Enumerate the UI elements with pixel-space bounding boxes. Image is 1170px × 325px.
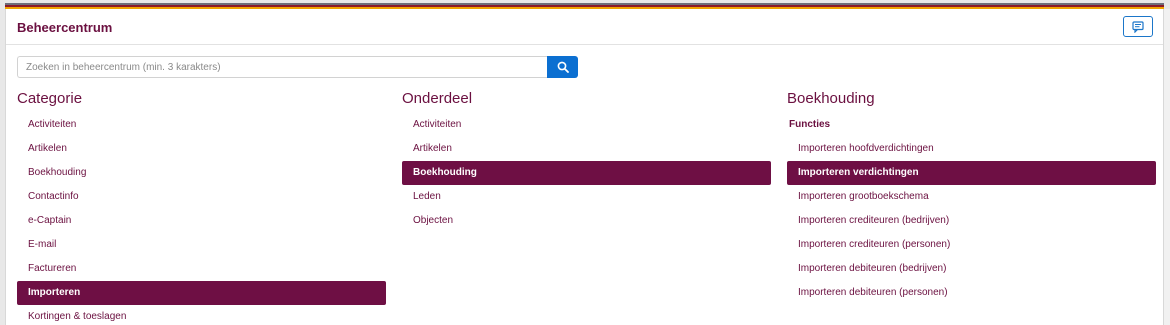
page-title: Beheercentrum <box>17 20 113 35</box>
column-categorie: Categorie Activiteiten Artikelen Boekhoudi… <box>17 89 386 325</box>
list-item[interactable]: Leden <box>402 185 771 209</box>
onderdeel-list: Activiteiten Artikelen Boekhouding Leden Obj… <box>402 113 771 233</box>
panel-header: Beheercentrum <box>6 9 1163 45</box>
column-onderdeel: Onderdeel Activiteiten Artikelen Boekhoudi… <box>402 89 771 233</box>
list-item[interactable]: Importeren grootboekschema <box>787 185 1156 209</box>
categorie-list: Activiteiten Artikelen Boekhouding Contacti… <box>17 113 386 325</box>
list-item[interactable]: Activiteiten <box>402 113 771 137</box>
search-button[interactable] <box>547 56 578 78</box>
list-item[interactable]: Boekhouding <box>402 161 771 185</box>
list-item[interactable]: Factureren <box>17 257 386 281</box>
section-label-functies: Functies <box>789 119 831 130</box>
list-item[interactable]: Importeren debiteuren (bedrijven) <box>787 257 1156 281</box>
list-item[interactable]: Importeren hoofdverdichtingen <box>787 137 1156 161</box>
column-heading-categorie: Categorie <box>17 90 83 107</box>
list-item[interactable]: Artikelen <box>17 137 386 161</box>
column-heading-onderdeel: Onderdeel <box>402 90 473 107</box>
column-boekhouding: Boekhouding Functies Importeren hoofdver… <box>787 89 1156 305</box>
feedback-button[interactable] <box>1123 16 1153 37</box>
boekhouding-list: Importeren hoofdverdichtingen Importeren … <box>787 137 1156 305</box>
list-item[interactable]: Activiteiten <box>17 113 386 137</box>
comment-icon <box>1132 20 1144 33</box>
list-item[interactable]: Contactinfo <box>17 185 386 209</box>
list-item[interactable]: Objecten <box>402 209 771 233</box>
admin-center-panel: Beheercentrum Categorie ActiviteitenArti… <box>5 9 1164 325</box>
list-item[interactable]: Importeren <box>17 281 386 305</box>
search-bar <box>17 56 578 78</box>
list-item[interactable]: Artikelen <box>402 137 771 161</box>
scrollbar[interactable] <box>1164 9 1170 325</box>
list-item[interactable]: Importeren crediteuren (personen) <box>787 233 1156 257</box>
list-item[interactable]: Importeren debiteuren (personen) <box>787 281 1156 305</box>
column-heading-boekhouding: Boekhouding <box>787 90 875 107</box>
list-item[interactable]: Boekhouding <box>17 161 386 185</box>
list-item[interactable]: Importeren verdichtingen <box>787 161 1156 185</box>
list-item[interactable]: E-mail <box>17 233 386 257</box>
list-item[interactable]: e-Captain <box>17 209 386 233</box>
search-icon <box>557 61 569 73</box>
search-input[interactable] <box>17 56 548 78</box>
list-item[interactable]: Importeren crediteuren (bedrijven) <box>787 209 1156 233</box>
list-item[interactable]: Kortingen & toeslagen <box>17 305 386 325</box>
